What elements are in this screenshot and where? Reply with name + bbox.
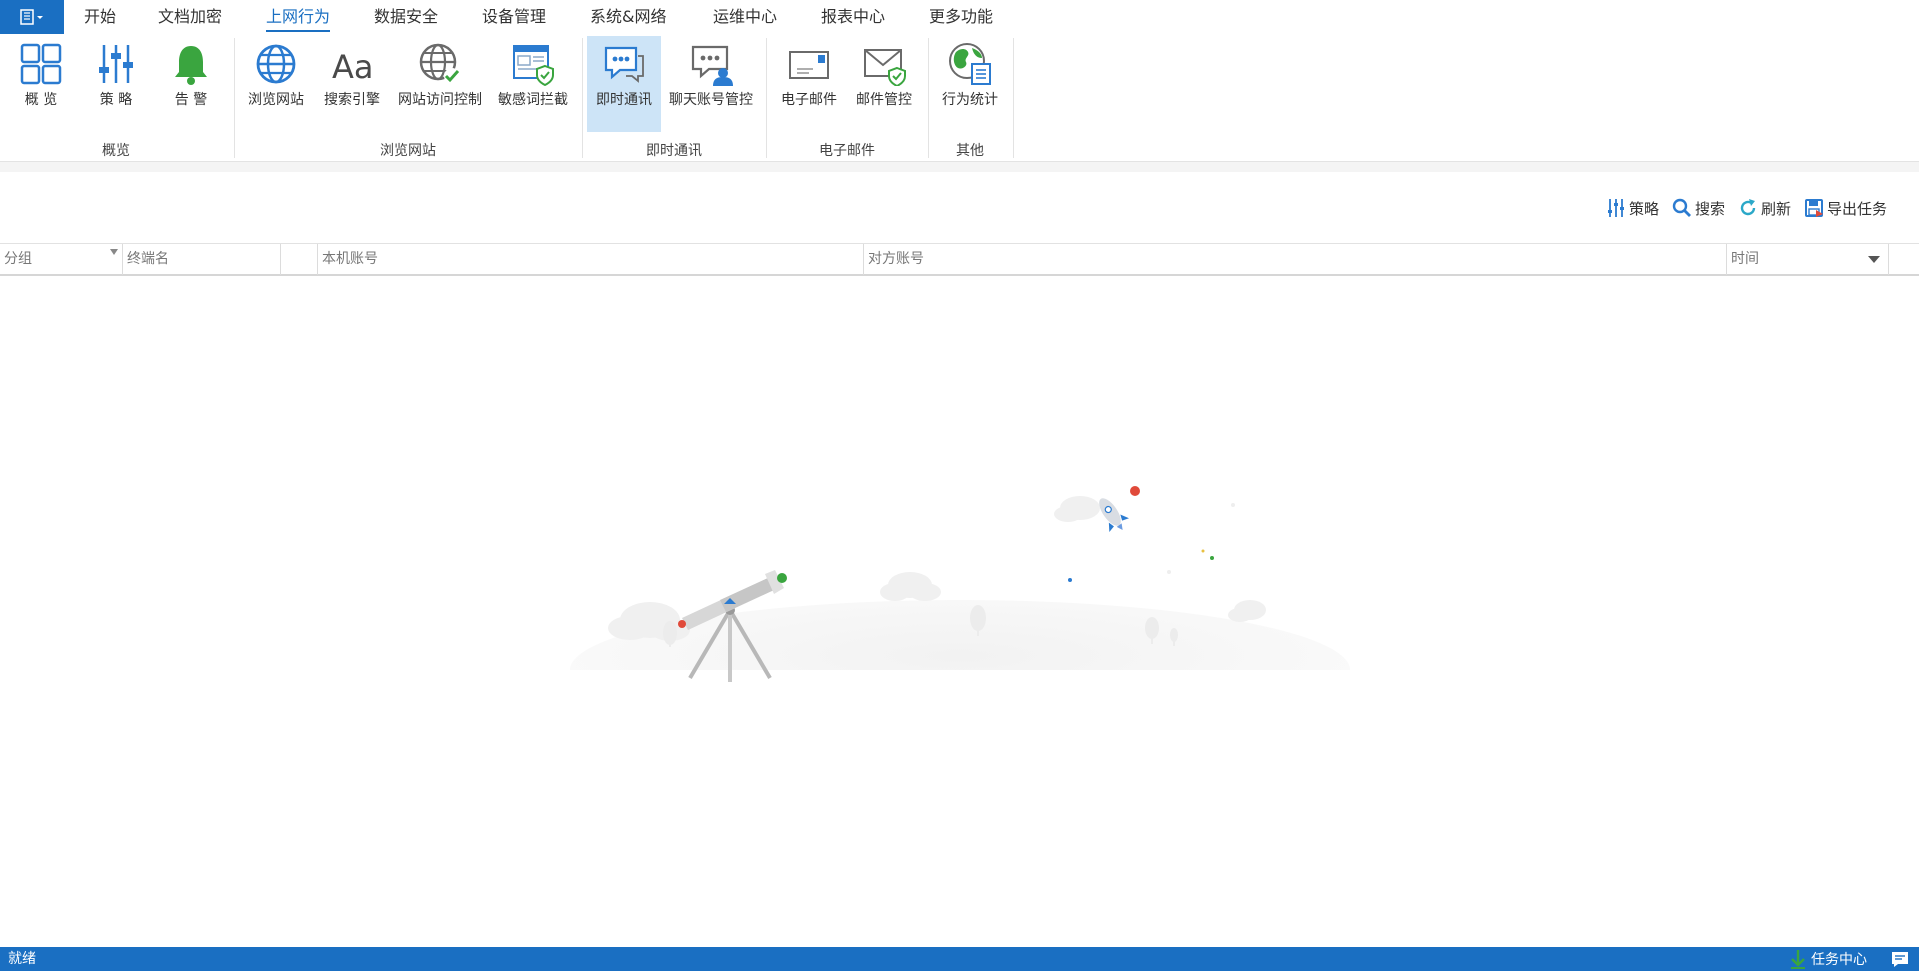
tab-report-center[interactable]: 报表中心	[821, 0, 885, 34]
policy-button[interactable]: 策 略	[91, 36, 141, 132]
bell-icon	[175, 46, 207, 85]
status-bar: 就绪 任务中心	[0, 947, 1919, 971]
overview-grid-icon	[20, 43, 62, 85]
task-center-label: 任务中心	[1811, 952, 1867, 968]
toolbar-export-label: 导出任务	[1827, 199, 1888, 218]
instant-messaging-label: 即时通讯	[596, 92, 652, 108]
toolbar: 策略 搜索 刷新 导出任务	[1600, 196, 1919, 220]
globe-check-icon	[419, 43, 460, 84]
toolbar-export-button[interactable]: 导出任务	[1804, 196, 1887, 220]
chat-account-control-button[interactable]: 聊天账号管控	[665, 36, 757, 132]
email-control-button[interactable]: 邮件管控	[849, 36, 919, 132]
policy-sliders-icon	[99, 45, 133, 83]
envelope-icon	[789, 51, 829, 79]
app-menu-icon	[20, 9, 43, 25]
ribbon: 概 览 策 略 告 警 概览 浏览网站 Aa 搜索引擎 网站访问控制 敏感词拦截…	[0, 34, 1919, 162]
group-label-other: 其他	[956, 143, 984, 159]
tab-data-security[interactable]: 数据安全	[374, 0, 438, 34]
toolbar-policy-label: 策略	[1629, 199, 1660, 218]
status-text: 就绪	[8, 951, 36, 967]
envelope-check-icon	[864, 49, 906, 86]
tab-device-management[interactable]: 设备管理	[482, 0, 546, 34]
font-aa-icon: Aa	[332, 48, 374, 86]
column-header-group[interactable]: 分组	[0, 244, 123, 275]
filter-triangle-icon	[110, 249, 118, 255]
email-control-label: 邮件管控	[856, 92, 912, 108]
chat-account-control-label: 聊天账号管控	[669, 92, 753, 108]
chat-bubbles-icon	[604, 46, 644, 83]
group-label-browse-web: 浏览网站	[380, 143, 436, 159]
tab-internet-behavior[interactable]: 上网行为	[266, 0, 331, 34]
save-icon	[1805, 199, 1823, 217]
empty-state-illustration	[570, 486, 1350, 720]
column-header-blank[interactable]	[281, 244, 318, 275]
email-label: 电子邮件	[781, 92, 837, 108]
group-label-overview: 概览	[102, 143, 130, 159]
group-label-instant-messaging: 即时通讯	[646, 143, 702, 159]
policy-sliders-icon	[1608, 199, 1624, 217]
column-header-local-account[interactable]: 本机账号	[318, 244, 864, 275]
sensitive-word-block-button[interactable]: 敏感词拦截	[493, 36, 573, 132]
toolbar-search-label: 搜索	[1695, 199, 1726, 218]
tab-system-network[interactable]: 系统&网络	[590, 0, 666, 34]
refresh-icon	[1740, 199, 1756, 216]
globe-icon	[256, 44, 296, 84]
toolbar-search-button[interactable]: 搜索	[1672, 196, 1725, 220]
ribbon-separator	[928, 38, 929, 158]
browser-shield-icon	[513, 45, 554, 86]
behavior-stats-button[interactable]: 行为统计	[935, 36, 1005, 132]
browse-web-label: 浏览网站	[248, 92, 304, 108]
column-header-terminal-name[interactable]: 终端名	[123, 244, 281, 275]
overview-label: 概 览	[24, 92, 58, 108]
column-header-label: 分组	[4, 251, 32, 267]
tab-ops-center[interactable]: 运维中心	[713, 0, 777, 34]
ribbon-separator	[1013, 38, 1014, 158]
toolbar-policy-button[interactable]: 策略	[1606, 196, 1659, 220]
download-arrow-icon	[1791, 950, 1805, 969]
search-icon	[1672, 198, 1691, 217]
behavior-stats-label: 行为统计	[942, 92, 998, 108]
search-engine-label: 搜索引擎	[324, 92, 380, 108]
column-header-label: 时间	[1731, 251, 1759, 267]
tab-start[interactable]: 开始	[84, 0, 116, 34]
ribbon-separator	[766, 38, 767, 158]
chat-person-icon	[691, 45, 733, 86]
task-center-button[interactable]: 任务中心	[1789, 947, 1867, 971]
ribbon-bottom-band	[0, 162, 1919, 172]
search-engine-button[interactable]: Aa 搜索引擎	[319, 36, 385, 132]
column-header-peer-account[interactable]: 对方账号	[864, 244, 1727, 275]
ribbon-separator	[234, 38, 235, 158]
toolbar-refresh-button[interactable]: 刷新	[1738, 196, 1791, 220]
earth-document-icon	[949, 43, 991, 85]
chevron-down-icon	[1868, 256, 1880, 263]
table-header: 分组 终端名 本机账号 对方账号 时间	[0, 243, 1919, 276]
browse-web-button[interactable]: 浏览网站	[244, 36, 308, 132]
sensitive-word-block-label: 敏感词拦截	[498, 92, 568, 108]
alert-label: 告 警	[174, 92, 208, 108]
email-button[interactable]: 电子邮件	[774, 36, 844, 132]
overview-button[interactable]: 概 览	[16, 36, 66, 132]
web-access-control-button[interactable]: 网站访问控制	[393, 36, 487, 132]
policy-label: 策 略	[99, 92, 133, 108]
toolbar-refresh-label: 刷新	[1761, 199, 1792, 218]
web-access-control-label: 网站访问控制	[398, 92, 482, 108]
instant-messaging-button[interactable]: 即时通讯	[587, 36, 661, 132]
column-header-time[interactable]: 时间	[1727, 244, 1889, 275]
ribbon-separator	[582, 38, 583, 158]
message-icon[interactable]	[1891, 951, 1909, 967]
svg-text:Aa: Aa	[332, 48, 374, 86]
tab-document-encryption[interactable]: 文档加密	[158, 0, 222, 34]
group-label-email: 电子邮件	[819, 143, 875, 159]
app-menu-button[interactable]	[0, 0, 64, 34]
tab-more-features[interactable]: 更多功能	[929, 0, 993, 34]
menu-bar: 开始 文档加密 上网行为 数据安全 设备管理 系统&网络 运维中心 报表中心 更…	[0, 0, 1919, 34]
alert-button[interactable]: 告 警	[166, 36, 216, 132]
